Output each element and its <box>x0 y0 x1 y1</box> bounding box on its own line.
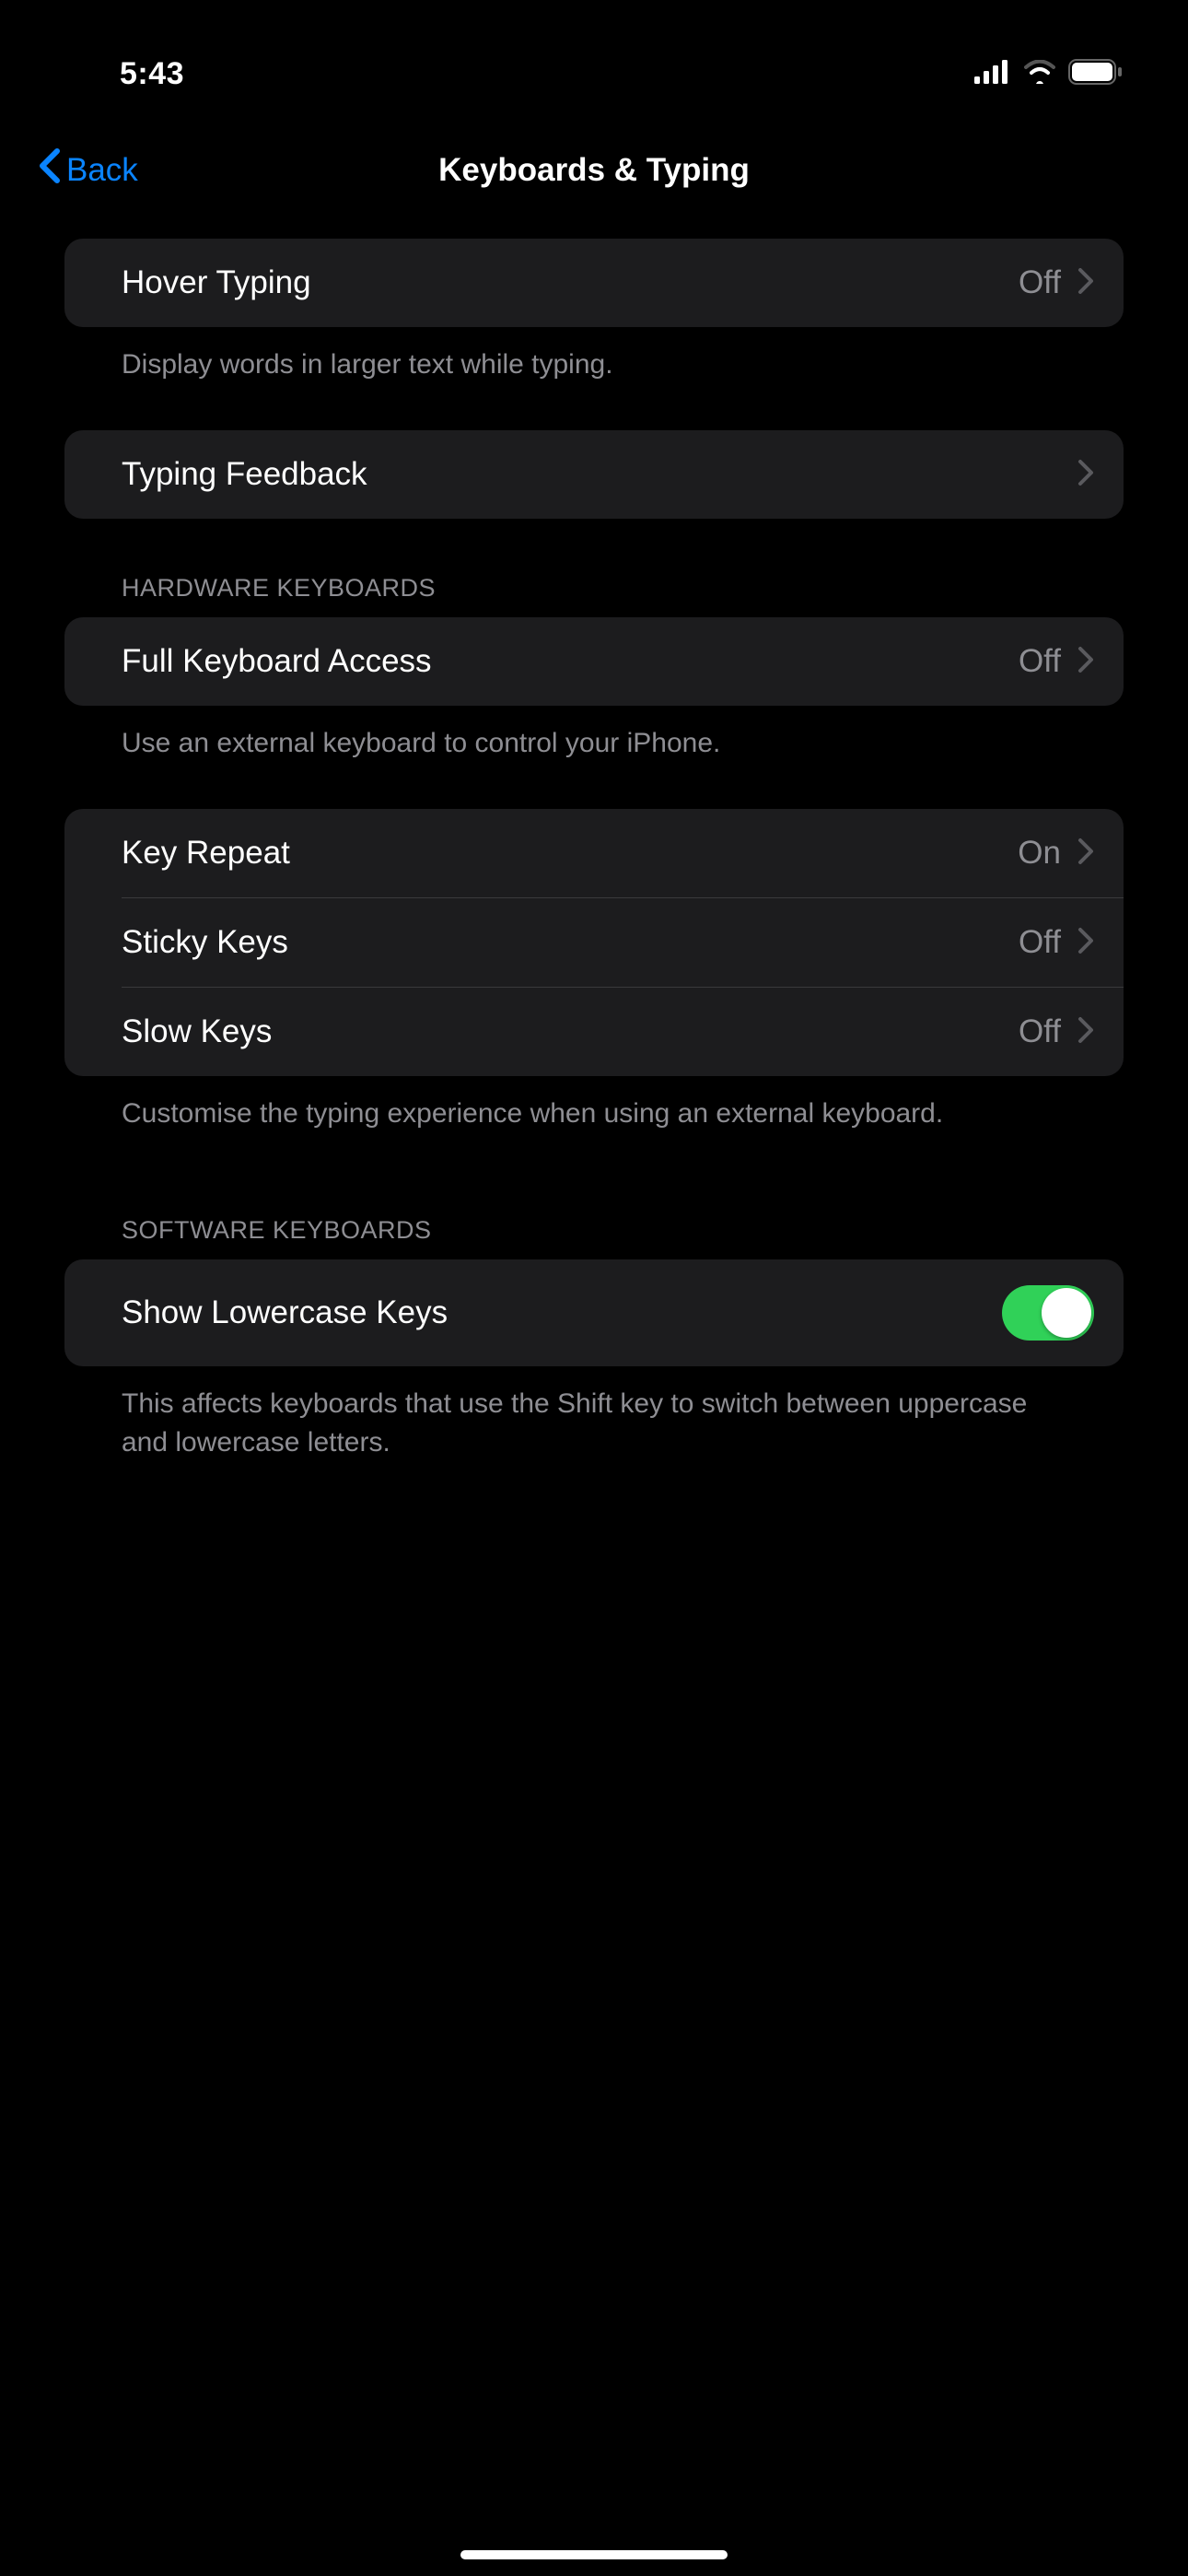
full-keyboard-access-label: Full Keyboard Access <box>122 643 432 680</box>
hover-typing-footer: Display words in larger text while typin… <box>64 327 1124 384</box>
sticky-keys-label: Sticky Keys <box>122 924 288 961</box>
key-repeat-label: Key Repeat <box>122 835 290 872</box>
cell-right: On <box>1018 835 1094 872</box>
sticky-keys-value: Off <box>1019 924 1061 961</box>
chevron-right-icon <box>1077 646 1094 678</box>
slow-keys-label: Slow Keys <box>122 1013 272 1050</box>
status-bar: 5:43 <box>0 0 1188 120</box>
show-lowercase-keys-row: Show Lowercase Keys <box>64 1259 1124 1366</box>
cell-right: Off <box>1019 643 1094 680</box>
battery-icon <box>1068 59 1124 89</box>
chevron-right-icon <box>1077 837 1094 870</box>
content-area: Hover Typing Off Display words in larger… <box>0 239 1188 1462</box>
full-keyboard-access-footer: Use an external keyboard to control your… <box>64 706 1124 763</box>
cell-right <box>1077 459 1094 491</box>
status-time: 5:43 <box>64 56 184 92</box>
typing-feedback-label: Typing Feedback <box>122 456 367 493</box>
chevron-right-icon <box>1077 1016 1094 1048</box>
cell-right <box>1002 1285 1094 1341</box>
full-keyboard-access-row[interactable]: Full Keyboard Access Off <box>64 617 1124 706</box>
show-lowercase-keys-group: Show Lowercase Keys <box>64 1259 1124 1366</box>
chevron-right-icon <box>1077 267 1094 299</box>
hover-typing-group: Hover Typing Off <box>64 239 1124 327</box>
nav-bar: Back Keyboards & Typing <box>0 120 1188 239</box>
hardware-options-group: Key Repeat On Sticky Keys Off Slow Keys … <box>64 809 1124 1076</box>
chevron-right-icon <box>1077 927 1094 959</box>
show-lowercase-keys-label: Show Lowercase Keys <box>122 1294 448 1331</box>
wifi-icon <box>1024 60 1055 88</box>
show-lowercase-keys-toggle[interactable] <box>1002 1285 1094 1341</box>
hover-typing-label: Hover Typing <box>122 264 311 301</box>
typing-feedback-row[interactable]: Typing Feedback <box>64 430 1124 519</box>
full-keyboard-access-value: Off <box>1019 643 1061 680</box>
typing-feedback-group: Typing Feedback <box>64 430 1124 519</box>
cell-right: Off <box>1019 264 1094 301</box>
key-repeat-row[interactable]: Key Repeat On <box>64 809 1124 897</box>
cell-right: Off <box>1019 924 1094 961</box>
slow-keys-row[interactable]: Slow Keys Off <box>64 988 1124 1076</box>
hardware-keyboards-header: HARDWARE KEYBOARDS <box>64 574 1124 617</box>
home-indicator[interactable] <box>460 2550 728 2559</box>
hover-typing-value: Off <box>1019 264 1061 301</box>
back-chevron-icon <box>37 147 61 193</box>
cellular-signal-icon <box>974 60 1011 88</box>
key-repeat-value: On <box>1018 835 1061 872</box>
slow-keys-value: Off <box>1019 1013 1061 1050</box>
hardware-options-footer: Customise the typing experience when usi… <box>64 1076 1124 1133</box>
show-lowercase-keys-footer: This affects keyboards that use the Shif… <box>64 1366 1124 1462</box>
chevron-right-icon <box>1077 459 1094 491</box>
sticky-keys-row[interactable]: Sticky Keys Off <box>64 898 1124 987</box>
hover-typing-row[interactable]: Hover Typing Off <box>64 239 1124 327</box>
toggle-knob <box>1042 1288 1091 1338</box>
back-label: Back <box>66 152 138 189</box>
full-keyboard-access-group: Full Keyboard Access Off <box>64 617 1124 706</box>
page-title: Keyboards & Typing <box>438 152 750 189</box>
back-button[interactable]: Back <box>37 147 138 193</box>
cell-right: Off <box>1019 1013 1094 1050</box>
software-keyboards-header: SOFTWARE KEYBOARDS <box>64 1216 1124 1259</box>
status-icons <box>974 59 1124 89</box>
